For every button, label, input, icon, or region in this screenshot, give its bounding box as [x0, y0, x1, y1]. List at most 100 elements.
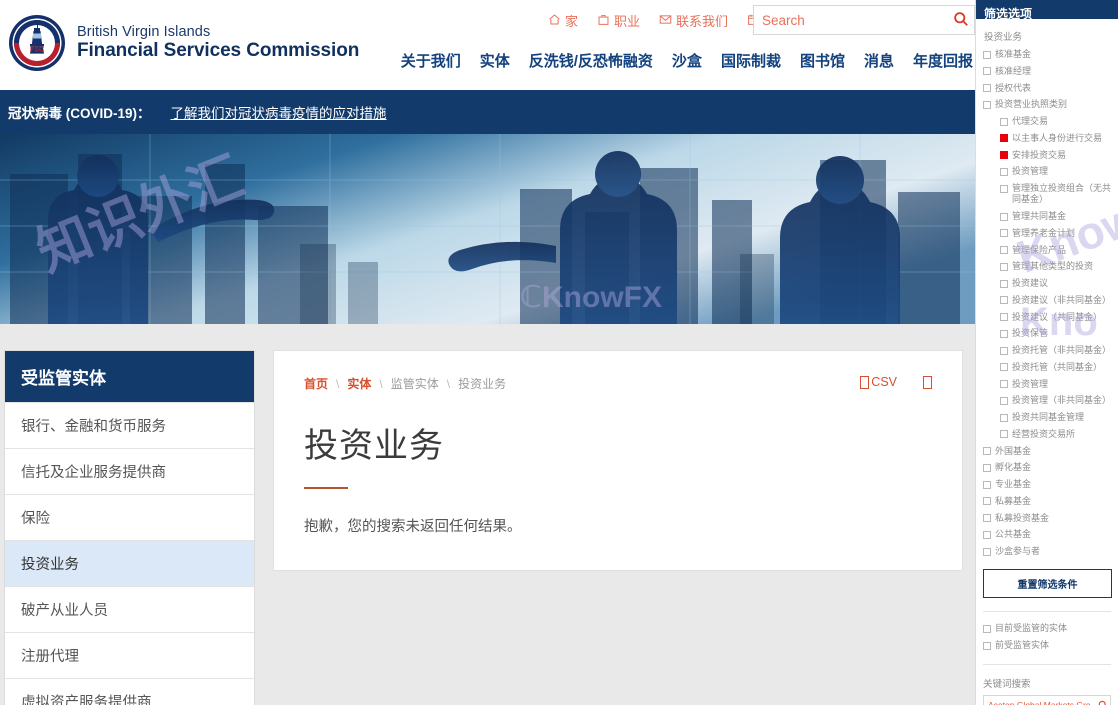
checkbox-icon[interactable] — [1000, 151, 1008, 159]
checkbox-icon[interactable] — [983, 447, 991, 455]
filter-item-8[interactable]: 管理独立投资组合（无共同基金） — [1000, 183, 1111, 206]
sidebar-item-registered-agents[interactable]: 注册代理 — [5, 632, 254, 678]
filter-item-5[interactable]: 以主事人身份进行交易 — [1000, 133, 1111, 144]
checkbox-icon[interactable] — [1000, 413, 1008, 422]
filter-item-label: 投资保管 — [1012, 328, 1049, 339]
checkbox-icon[interactable] — [983, 463, 991, 472]
filter-item-4[interactable]: 代理交易 — [1000, 116, 1111, 127]
checkbox-icon[interactable] — [983, 624, 991, 633]
filter-item-16[interactable]: 投资保管 — [1000, 328, 1111, 339]
main-nav-about[interactable]: 关于我们 — [401, 50, 461, 71]
filter-item-22[interactable]: 经营投资交易所 — [1000, 429, 1111, 440]
sidebar-item-insolvency[interactable]: 破产从业人员 — [5, 586, 254, 632]
checkbox-icon[interactable] — [983, 100, 991, 109]
checkbox-icon[interactable] — [1000, 212, 1008, 221]
checkbox-icon[interactable] — [983, 84, 991, 92]
keyword-search-button[interactable] — [1095, 698, 1110, 705]
checkbox-icon[interactable] — [1000, 229, 1008, 238]
filter-item-label: 以主事人身份进行交易 — [1012, 132, 1103, 143]
breadcrumb-item-regulated-entities[interactable]: 监管实体 — [391, 375, 439, 392]
breadcrumb-item-entities[interactable]: 实体 — [347, 375, 371, 392]
main-nav-annual-returns[interactable]: 年度回报 — [913, 50, 973, 71]
checkbox-icon[interactable] — [1000, 246, 1008, 254]
filter-item-28[interactable]: 公共基金 — [983, 529, 1111, 540]
site-logo[interactable]: FSC British Virgin Islands Financial Ser… — [8, 14, 359, 72]
checkbox-icon[interactable] — [983, 530, 991, 539]
filter-item-24[interactable]: 孵化基金 — [983, 462, 1111, 473]
main-nav-news[interactable]: 消息 — [864, 50, 894, 71]
filter-item-19[interactable]: 投资管理 — [1000, 379, 1111, 390]
covid-banner-link[interactable]: 了解我们对冠状病毒疫情的应对措施 — [171, 102, 387, 122]
sidebar-item-investment-business[interactable]: 投资业务 — [5, 540, 254, 586]
filter-item-1[interactable]: 核准经理 — [983, 66, 1111, 77]
filter-item-12[interactable]: 管理其他类型的投资 — [1000, 261, 1111, 272]
main-nav-sanctions[interactable]: 国际制裁 — [721, 50, 781, 71]
checkbox-icon[interactable] — [1000, 279, 1008, 288]
sidebar-item-vasp[interactable]: 虚拟资产服务提供商 — [5, 678, 254, 705]
checkbox-icon[interactable] — [1000, 184, 1008, 193]
filter-item-26[interactable]: 私募基金 — [983, 496, 1111, 507]
filter-item-23[interactable]: 外国基金 — [983, 446, 1111, 457]
filter-item-21[interactable]: 投资共同基金管理 — [1000, 412, 1111, 423]
checkbox-icon[interactable] — [1000, 396, 1008, 405]
filter-item-label: 代理交易 — [1012, 116, 1049, 126]
checkbox-icon[interactable] — [1000, 430, 1008, 439]
filter-status-item-1[interactable]: 前受监管实体 — [983, 640, 1111, 651]
filter-item-0[interactable]: 核准基金 — [983, 49, 1111, 60]
filter-item-17[interactable]: 投资托管（非共同基金） — [1000, 345, 1111, 356]
checkbox-icon[interactable] — [1000, 363, 1008, 372]
filter-item-7[interactable]: 投资管理 — [1000, 166, 1111, 177]
checkbox-icon[interactable] — [1000, 346, 1008, 355]
filter-item-15[interactable]: 投资建议（共同基金） — [1000, 312, 1111, 323]
filter-item-20[interactable]: 投资管理（非共同基金） — [1000, 395, 1111, 406]
checkbox-icon[interactable] — [983, 67, 991, 76]
main-nav-library[interactable]: 图书馆 — [800, 50, 845, 71]
filter-item-2[interactable]: 授权代表 — [983, 83, 1111, 94]
checkbox-icon[interactable] — [1000, 313, 1008, 321]
search-input[interactable] — [754, 12, 947, 28]
filter-item-10[interactable]: 管理养老金计划 — [1000, 228, 1111, 239]
checkbox-icon[interactable] — [983, 514, 991, 522]
checkbox-icon[interactable] — [1000, 329, 1008, 338]
checkbox-icon[interactable] — [1000, 134, 1008, 143]
filter-item-label: 投资建议 — [1012, 278, 1049, 288]
main-nav-entities[interactable]: 实体 — [480, 50, 510, 71]
filter-item-3[interactable]: 投资营业执照类别 — [983, 99, 1111, 110]
filter-item-9[interactable]: 管理共同基金 — [1000, 211, 1111, 222]
filter-item-27[interactable]: 私募投资基金 — [983, 513, 1111, 524]
filter-item-13[interactable]: 投资建议 — [1000, 278, 1111, 289]
sidebar-item-trust-company[interactable]: 信托及企业服务提供商 — [5, 448, 254, 494]
csv-export-button[interactable]: CSV — [860, 375, 897, 389]
sidebar-item-insurance[interactable]: 保险 — [5, 494, 254, 540]
checkbox-icon[interactable] — [1000, 117, 1008, 126]
reset-filters-button[interactable]: 重置筛选条件 — [983, 569, 1112, 599]
utility-nav-contact[interactable]: 联系我们 — [659, 11, 728, 30]
keyword-search-input[interactable] — [984, 700, 1095, 705]
main-nav-amlcft[interactable]: 反洗钱/反恐怖融资 — [529, 50, 653, 71]
checkbox-icon[interactable] — [983, 480, 991, 489]
utility-nav-home[interactable]: 家 — [548, 11, 578, 30]
filter-item-18[interactable]: 投资托管（共同基金） — [1000, 362, 1111, 373]
print-export-button[interactable] — [923, 375, 932, 389]
checkbox-icon[interactable] — [1000, 262, 1008, 271]
checkbox-icon[interactable] — [1000, 296, 1008, 305]
checkbox-icon[interactable] — [983, 547, 991, 556]
checkbox-icon[interactable] — [1000, 380, 1008, 388]
utility-nav-careers[interactable]: 职业 — [597, 11, 640, 30]
site-search[interactable] — [753, 5, 975, 35]
sidebar-item-banking[interactable]: 银行、金融和货币服务 — [5, 402, 254, 448]
keyword-search-box[interactable] — [983, 695, 1111, 705]
filter-item-29[interactable]: 沙盒参与者 — [983, 546, 1111, 557]
filter-item-6[interactable]: 安排投资交易 — [1000, 150, 1111, 161]
filter-item-14[interactable]: 投资建议（非共同基金） — [1000, 295, 1111, 306]
checkbox-icon[interactable] — [983, 50, 991, 59]
breadcrumb-item-home[interactable]: 首页 — [304, 375, 328, 392]
filter-status-item-0[interactable]: 目前受监管的实体 — [983, 623, 1111, 634]
checkbox-icon[interactable] — [1000, 167, 1008, 176]
checkbox-icon[interactable] — [983, 641, 991, 650]
checkbox-icon[interactable] — [983, 497, 991, 506]
filter-item-11[interactable]: 管理保险产品 — [1000, 245, 1111, 256]
search-submit-button[interactable] — [947, 11, 974, 30]
filter-item-25[interactable]: 专业基金 — [983, 479, 1111, 490]
main-nav-sandbox[interactable]: 沙盒 — [672, 50, 702, 71]
